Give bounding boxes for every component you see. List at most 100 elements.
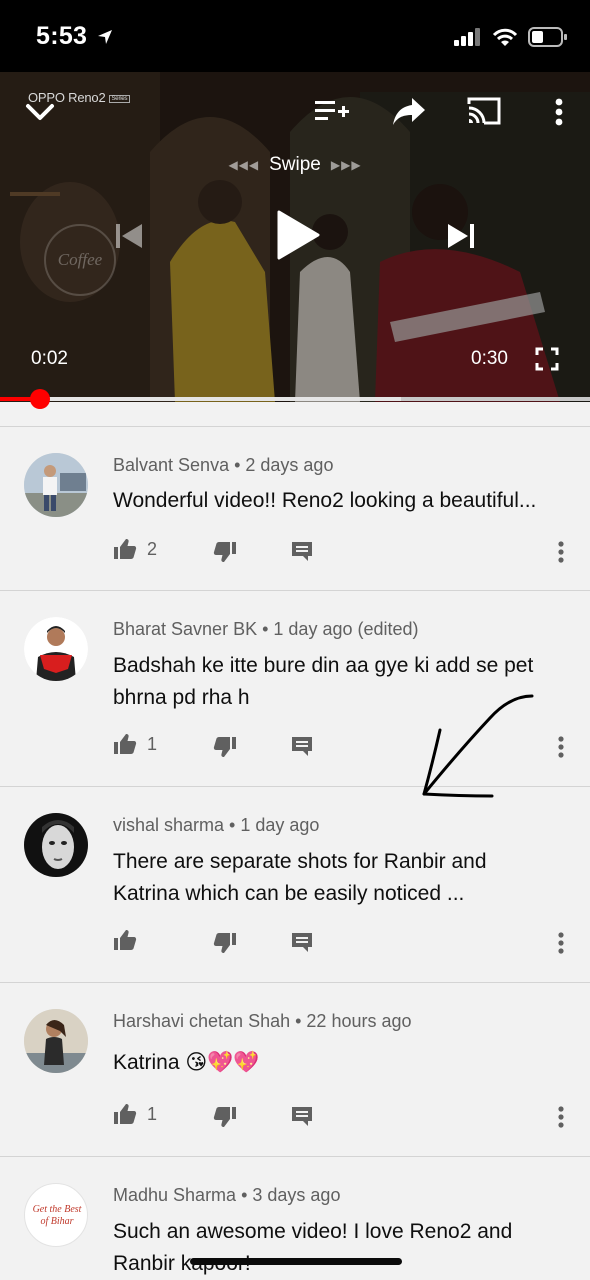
progress-bar[interactable]	[0, 389, 590, 409]
add-to-queue-icon	[315, 101, 349, 120]
play-button[interactable]	[268, 202, 328, 268]
comment-actions	[113, 928, 573, 958]
comment-meta: Madhu Sharma • 3 days ago	[113, 1185, 341, 1205]
comment-more-button[interactable]	[549, 539, 573, 565]
annotation-arrow	[422, 694, 534, 798]
like-button[interactable]	[113, 928, 147, 952]
more-vert-icon	[558, 736, 564, 758]
comment-text[interactable]: There are separate shots for Ranbir and …	[113, 846, 533, 910]
previous-button[interactable]	[108, 214, 150, 258]
fullscreen-button[interactable]	[532, 344, 562, 374]
comment-more-button[interactable]	[549, 1104, 573, 1130]
dislike-button[interactable]	[213, 1105, 237, 1129]
comment-item: Balvant Senva • 2 days ago Wonderful vid…	[0, 427, 590, 590]
chevron-down-icon	[26, 104, 54, 120]
minimize-button[interactable]	[22, 94, 58, 130]
battery-icon	[528, 27, 567, 47]
comment-age: 1 day ago	[240, 815, 320, 835]
progress-scrubber[interactable]	[29, 389, 50, 409]
avatar[interactable]	[24, 617, 88, 681]
comment-text[interactable]: Wonderful video!! Reno2 looking a beauti…	[113, 485, 563, 517]
home-indicator[interactable]	[190, 1258, 402, 1265]
next-button[interactable]	[440, 214, 482, 258]
comment-item: Harshavi chetan Shah • 22 hours ago Katr…	[0, 983, 590, 1156]
thumb-down-icon	[213, 737, 236, 757]
reply-button[interactable]	[290, 734, 314, 758]
thumb-up-icon	[114, 539, 137, 559]
comment-meta: vishal sharma • 1 day ago	[113, 815, 320, 835]
video-player[interactable]: OPPO Reno2 Series Coffee ◀◀◀ Swipe ▶▶▶ 0:0	[0, 72, 590, 402]
thumb-down-icon	[213, 933, 236, 953]
comment-more-button[interactable]	[549, 734, 573, 760]
status-time: 5:53	[36, 22, 113, 51]
progress-buffer	[0, 397, 402, 401]
comment-author[interactable]: Madhu Sharma	[113, 1185, 236, 1205]
thumb-up-icon	[114, 1104, 137, 1124]
swipe-right-arrows: ▶▶▶	[330, 157, 362, 172]
avatar[interactable]	[24, 453, 88, 517]
like-button[interactable]: 1	[113, 1102, 157, 1126]
play-icon	[277, 210, 320, 260]
avatar[interactable]	[24, 813, 88, 877]
comment-text[interactable]: Katrina 😘💖💖	[113, 1047, 563, 1079]
reply-icon	[292, 542, 312, 561]
comment-meta: Balvant Senva • 2 days ago	[113, 455, 334, 475]
thumb-up-icon	[114, 734, 137, 754]
reply-icon	[292, 1107, 312, 1126]
like-count: 1	[147, 1103, 158, 1124]
comment-meta: Harshavi chetan Shah • 22 hours ago	[113, 1011, 412, 1031]
swipe-hint: ◀◀◀ Swipe ▶▶▶	[228, 154, 362, 175]
coffee-sign: Coffee	[44, 224, 116, 296]
reply-icon	[292, 737, 312, 756]
comment-author[interactable]: vishal sharma	[113, 815, 224, 835]
fullscreen-icon	[535, 347, 559, 371]
reply-button[interactable]	[290, 930, 314, 954]
comment-text[interactable]: Such an awesome video! I love Reno2 and …	[113, 1216, 553, 1280]
comment-age: 2 days ago	[245, 455, 334, 475]
like-button[interactable]: 1	[113, 732, 157, 756]
comment-more-button[interactable]	[549, 930, 573, 956]
cast-button[interactable]	[462, 90, 506, 132]
thumb-up-icon	[114, 930, 137, 950]
cast-icon	[467, 97, 501, 125]
like-button[interactable]: 2	[113, 537, 157, 561]
avatar[interactable]: Get the Best of Bihar	[24, 1183, 88, 1247]
add-to-queue-button[interactable]	[310, 92, 354, 132]
comment-actions: 1	[113, 1102, 573, 1132]
next-icon	[448, 224, 474, 248]
status-indicators	[454, 24, 568, 50]
comment-author[interactable]: Bharat Savner BK	[113, 619, 257, 639]
share-button[interactable]	[387, 90, 431, 132]
swipe-left-arrows: ◀◀◀	[228, 157, 260, 172]
previous-icon	[116, 224, 142, 248]
comment-age: 22 hours ago	[306, 1011, 412, 1031]
player-more-button[interactable]	[546, 92, 572, 132]
like-count: 2	[147, 538, 158, 559]
more-vert-icon	[558, 932, 564, 954]
more-vert-icon	[558, 541, 564, 563]
avatar[interactable]	[24, 1009, 88, 1073]
location-arrow-icon	[97, 30, 112, 45]
comment-meta: Bharat Savner BK • 1 day ago (edited)	[113, 619, 419, 639]
video-duration: 0:30	[471, 348, 508, 369]
wifi-icon	[492, 28, 518, 46]
like-count: 1	[147, 733, 158, 754]
comment-author[interactable]: Balvant Senva	[113, 455, 229, 475]
comment-actions: 2	[113, 537, 573, 567]
comment-age: 3 days ago	[252, 1185, 341, 1205]
more-vert-icon	[555, 98, 563, 126]
reply-icon	[292, 933, 312, 952]
comment-author[interactable]: Harshavi chetan Shah	[113, 1011, 290, 1031]
status-bar: 5:53	[0, 0, 590, 72]
dislike-button[interactable]	[213, 540, 237, 564]
comment-age: 1 day ago (edited)	[273, 619, 419, 639]
dislike-button[interactable]	[213, 735, 237, 759]
thumb-down-icon	[213, 542, 236, 562]
avatar-text: Get the Best of Bihar	[32, 1204, 82, 1227]
current-time: 0:02	[31, 348, 68, 369]
dislike-button[interactable]	[213, 931, 237, 955]
reply-button[interactable]	[290, 1104, 314, 1128]
comment-item: vishal sharma • 1 day ago There are sepa…	[0, 787, 590, 982]
reply-button[interactable]	[290, 539, 314, 563]
share-icon	[393, 98, 425, 125]
